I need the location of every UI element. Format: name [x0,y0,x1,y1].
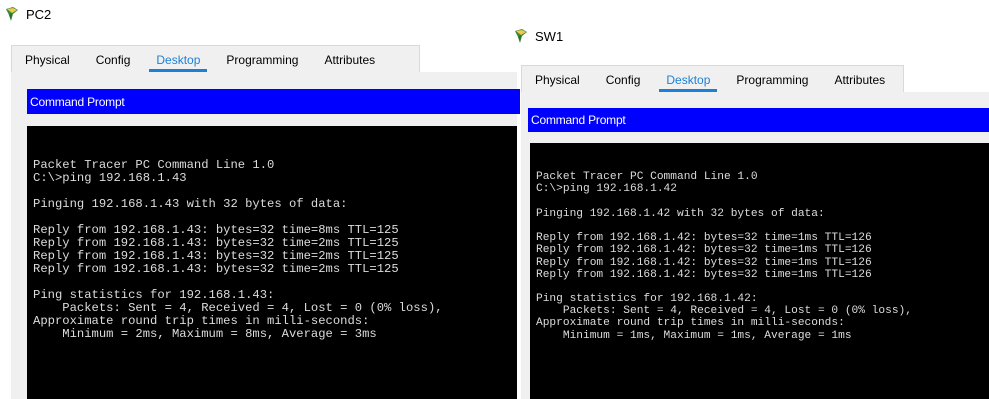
tab-label: Config [95,53,131,67]
terminal-line: Packets: Sent = 4, Received = 4, Lost = … [536,305,912,318]
terminal-line: Reply from 192.168.1.42: bytes=32 time=1… [536,256,872,269]
sw1-title: SW1 [535,28,564,44]
sw1-terminal[interactable]: Packet Tracer PC Command Line 1.0 C:\>pin… [530,143,989,399]
sw1-tab-attributes[interactable]: Attributes [821,67,898,93]
terminal-line: Reply from 192.168.1.42: bytes=32 time=1… [536,244,872,257]
tab-label: Physical [25,53,70,67]
packet-tracer-device-icon [6,7,18,21]
tab-label: Physical [535,73,580,87]
tab-label: Attributes [834,73,886,87]
pc2-terminal[interactable]: Packet Tracer PC Command Line 1.0 C:\>pin… [27,126,517,399]
sw1-command-prompt-header: Command Prompt [528,108,989,132]
terminal-line: Approximate round trip times in milli-se… [536,317,845,330]
tab-label: Programming [226,53,299,67]
terminal-line: Ping statistics for 192.168.1.42: [536,293,758,306]
terminal-line: Minimum = 1ms, Maximum = 1ms, Average = … [536,329,852,342]
terminal-line: Pinging 192.168.1.42 with 32 bytes of da… [536,207,825,220]
sw1-tab-physical[interactable]: Physical [522,67,593,93]
pc2-tab-desktop[interactable]: Desktop [143,47,213,73]
pc2-tab-physical[interactable]: Physical [12,47,83,73]
pc2-title-bar[interactable]: PC2 [4,2,304,26]
sw1-tab-strip: Physical Config Desktop Programming Attr… [521,65,904,94]
sw1-tab-desktop[interactable]: Desktop [653,67,723,93]
pc2-title: PC2 [26,6,52,22]
tab-label: Desktop [666,73,711,87]
tab-label: Programming [736,73,809,87]
terminal-line: Packet Tracer PC Command Line 1.0 [536,171,758,184]
pc2-tab-attributes[interactable]: Attributes [311,47,388,73]
terminal-line: Pinging 192.168.1.43 with 32 bytes of da… [33,197,348,211]
terminal-line: Minimum = 2ms, Maximum = 8ms, Average = … [33,327,377,341]
pc2-tab-config[interactable]: Config [83,47,144,73]
tab-label: Config [605,73,641,87]
terminal-line: Reply from 192.168.1.43: bytes=32 time=2… [33,262,399,276]
pc2-tab-programming[interactable]: Programming [213,47,311,73]
packet-tracer-device-icon [515,29,527,43]
pc2-command-prompt-header: Command Prompt [27,89,520,114]
sw1-tab-programming[interactable]: Programming [723,67,821,93]
sw1-tab-config[interactable]: Config [593,67,654,93]
terminal-line: Reply from 192.168.1.42: bytes=32 time=1… [536,268,872,281]
terminal-line: Reply from 192.168.1.42: bytes=32 time=1… [536,232,872,245]
sw1-panel-title: Command Prompt [531,113,626,127]
tab-label: Attributes [324,53,376,67]
pc2-tab-strip: Physical Config Desktop Programming Attr… [11,45,420,74]
terminal-line: C:\>ping 192.168.1.42 [536,183,677,196]
pc2-panel-title: Command Prompt [30,94,125,109]
sw1-title-bar[interactable]: SW1 [513,24,813,48]
tab-label: Desktop [156,53,201,67]
terminal-line: C:\>ping 192.168.1.43 [33,171,187,185]
